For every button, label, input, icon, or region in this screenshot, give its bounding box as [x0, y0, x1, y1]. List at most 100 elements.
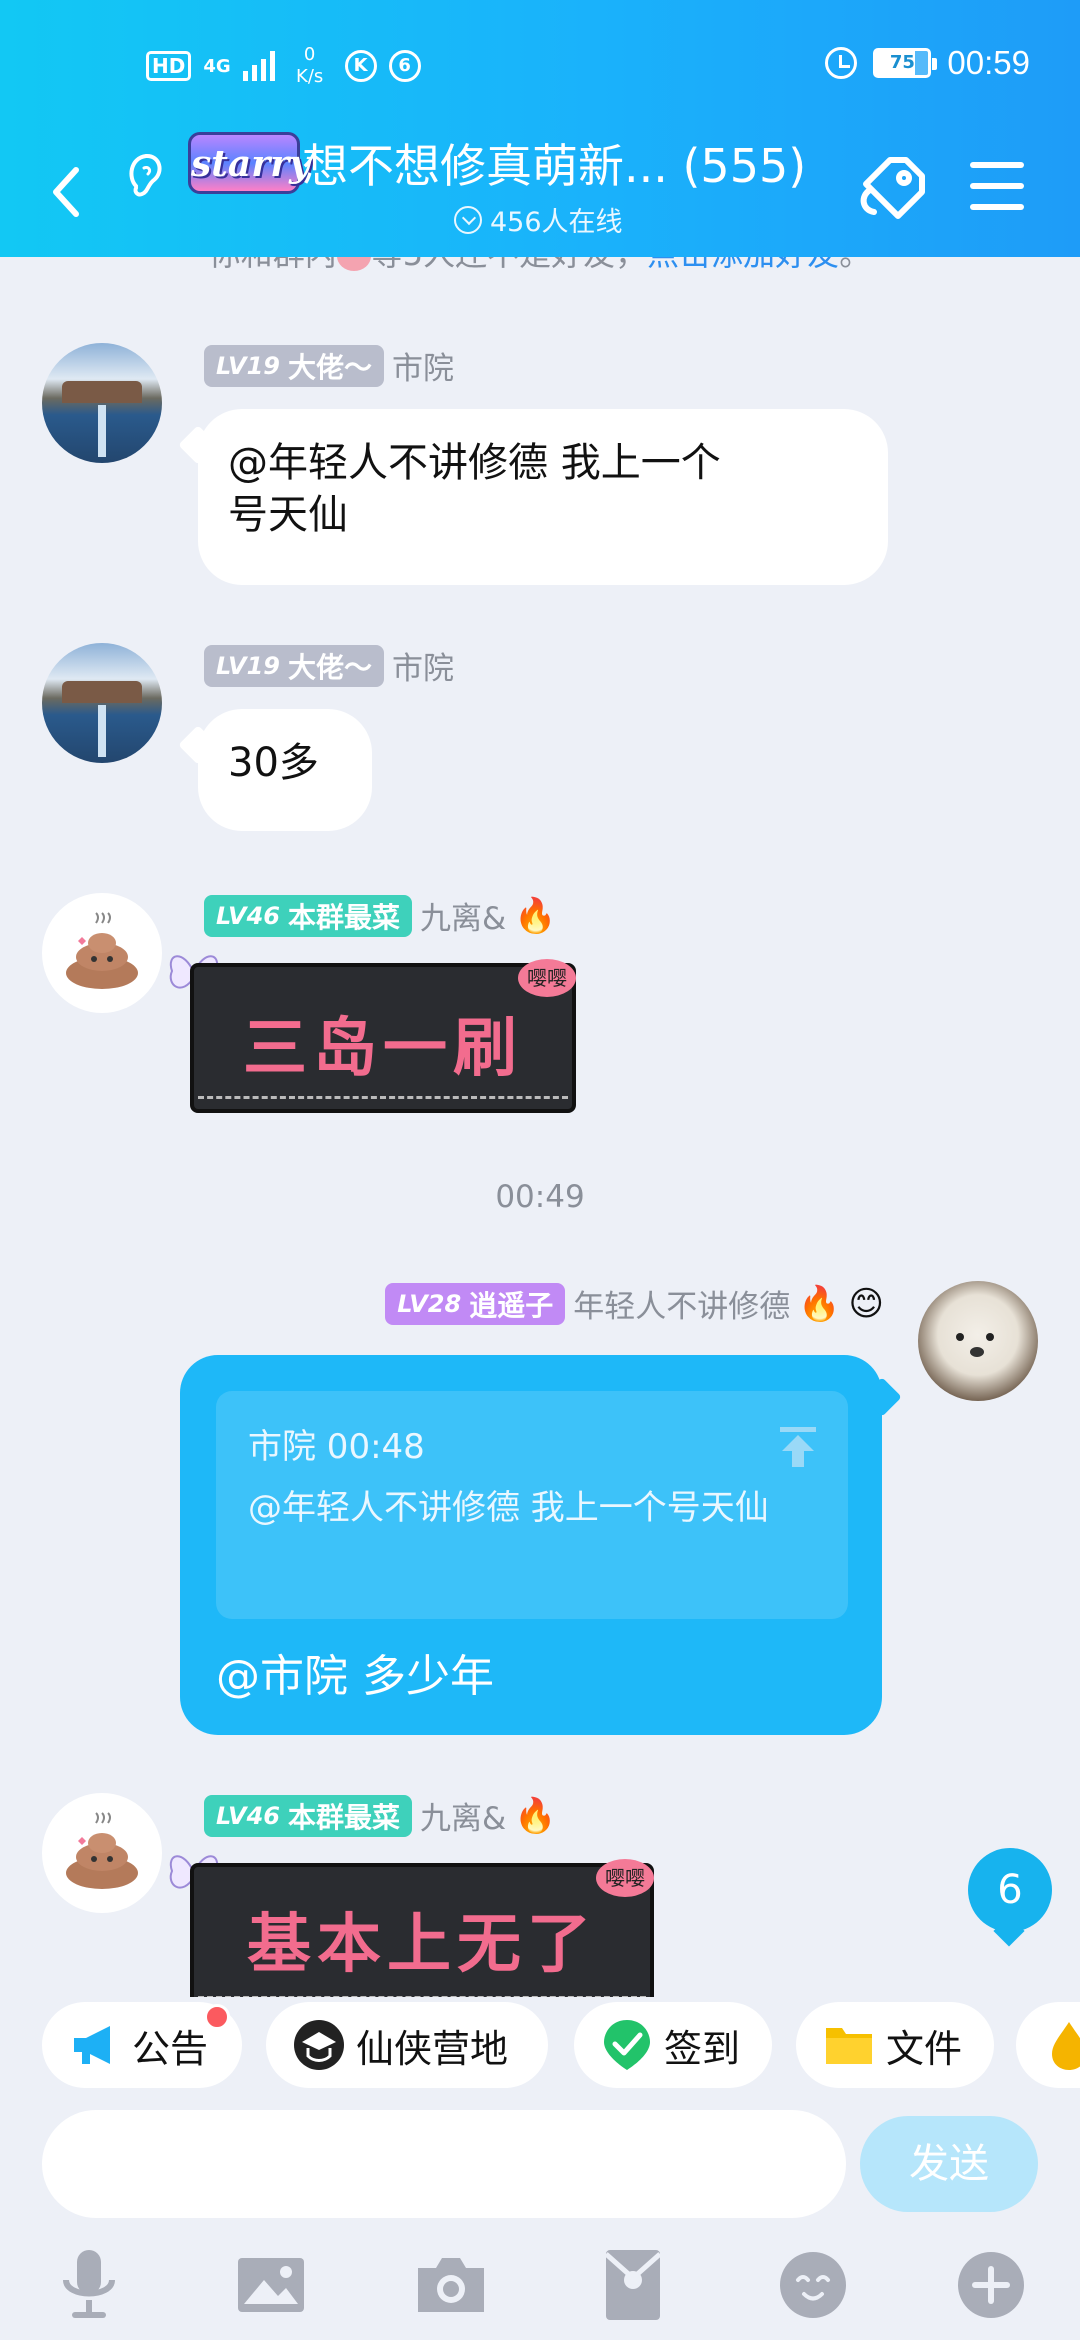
sticker-badge: 嘤嘤: [518, 959, 576, 997]
sticker-image[interactable]: 三岛一刷 嘤嘤: [190, 959, 576, 1113]
back-icon[interactable]: [44, 160, 90, 224]
fire-icon: 🔥: [798, 1283, 841, 1324]
sender-name[interactable]: 九离&: [420, 1793, 506, 1838]
alarm-icon: [825, 47, 858, 79]
chip-label: 公告: [132, 2026, 209, 2071]
emoji-icon[interactable]: [768, 2240, 858, 2330]
checkin-icon: [604, 2020, 650, 2070]
folder-icon: [826, 2028, 872, 2064]
chip-label: 文件: [886, 2026, 963, 2071]
chip-label: 仙侠营地: [356, 2026, 509, 2071]
level-title: 本群最菜: [287, 1800, 400, 1834]
jump-to-quote-icon[interactable]: [778, 1425, 818, 1469]
group-title[interactable]: 想不想修真萌新... (555): [302, 130, 806, 196]
quote-body: @年轻人不讲修德 我上一个号天仙: [248, 1488, 769, 1528]
sticker-text: 三岛一刷: [243, 1011, 523, 1086]
unread-count-badge[interactable]: 6: [968, 1848, 1052, 1932]
online-count[interactable]: 456人在线: [454, 200, 623, 239]
status-bar: HD 4G 0 K/s K 6 75 00:59: [0, 0, 1080, 110]
camp-icon: [294, 2020, 344, 2070]
timestamp: 00:49: [495, 1179, 585, 1215]
battery-icon: 75: [873, 48, 938, 78]
sender-name[interactable]: 九离&: [420, 893, 506, 938]
pig-emoji-icon: [336, 257, 371, 271]
level-title: 大佬～: [287, 350, 372, 384]
menu-icon[interactable]: [970, 162, 1024, 212]
online-count-text: 456人在线: [490, 207, 623, 238]
message-text-line: @年轻人不讲修德 我上一个: [228, 440, 721, 486]
drop-icon: [1052, 2022, 1080, 2070]
camera-icon[interactable]: [406, 2240, 496, 2330]
level-badge: LV46 本群最菜: [204, 1794, 412, 1837]
level-number: LV19: [216, 651, 280, 680]
clock: 00:59: [947, 44, 1030, 81]
fire-icon: 🔥: [514, 1795, 557, 1836]
message-bubble[interactable]: 30多: [198, 709, 372, 831]
sender-name[interactable]: 年轻人不讲修德: [573, 1281, 790, 1326]
level-badge: LV46 本群最菜: [204, 894, 412, 937]
k-app-icon: K: [344, 50, 377, 82]
avatar[interactable]: [42, 893, 162, 1013]
send-button[interactable]: 发送: [860, 2116, 1038, 2212]
my-message-bubble[interactable]: 市院 00:48 @年轻人不讲修德 我上一个号天仙 @市院 多少年: [180, 1355, 882, 1735]
status-right: 75 00:59: [825, 44, 1030, 82]
input-row: 发送: [0, 2110, 1080, 2220]
sticker-text: 基本上无了: [247, 1907, 597, 1982]
speed-value: 0: [303, 44, 316, 65]
image-icon[interactable]: [226, 2240, 316, 2330]
quoted-message[interactable]: 市院 00:48 @年轻人不讲修德 我上一个号天仙: [216, 1391, 848, 1619]
message-meta: LV46 本群最菜 九离& 🔥: [204, 1793, 557, 1838]
level-number: LV46: [216, 1801, 280, 1830]
level-title: 大佬～: [287, 650, 372, 684]
avatar[interactable]: [42, 1793, 162, 1913]
fire-icon: 🔥: [514, 895, 557, 936]
earpiece-mode-icon[interactable]: [120, 140, 170, 210]
level-badge: LV28 逍遥子: [385, 1282, 566, 1325]
message-meta: LV46 本群最菜 九离& 🔥: [204, 893, 557, 938]
status-left: HD 4G 0 K/s K 6: [146, 44, 421, 88]
signal-icon: [242, 51, 275, 81]
poop-avatar-icon: [66, 1812, 138, 1889]
level-number: LV19: [216, 351, 280, 380]
level-number: LV46: [216, 901, 280, 930]
level-number: LV28: [397, 1289, 462, 1318]
quick-actions-bar: 公告 仙侠营地 签到 文件: [0, 1997, 1080, 2093]
new-dot: [204, 2004, 230, 2030]
megaphone-icon: [74, 2026, 110, 2064]
files-chip[interactable]: 文件: [796, 2002, 994, 2088]
camp-chip[interactable]: 仙侠营地: [266, 2002, 548, 2088]
message-input[interactable]: [42, 2110, 846, 2218]
sender-name[interactable]: 市院: [392, 643, 454, 688]
smile-emoji-icon: 😊: [848, 1283, 884, 1324]
voice-icon[interactable]: [44, 2240, 134, 2330]
message-bubble[interactable]: @年轻人不讲修德 我上一个 号天仙: [198, 409, 888, 585]
checkin-chip[interactable]: 签到: [574, 2002, 772, 2088]
sticker-image[interactable]: 基本上无了 嘤嘤: [190, 1859, 654, 1997]
plus-icon[interactable]: [946, 2240, 1036, 2330]
avatar[interactable]: [42, 343, 162, 463]
more-chip[interactable]: [1016, 2002, 1080, 2088]
sync-icon: 6: [388, 50, 421, 82]
group-tag-icon[interactable]: [856, 150, 932, 226]
chevron-down-icon: [454, 205, 482, 234]
avatar[interactable]: [42, 643, 162, 763]
message-text: @市院 多少年: [216, 1651, 494, 1702]
sender-name[interactable]: 市院: [392, 343, 454, 388]
network-speed: 0 K/s: [287, 44, 333, 88]
add-friend-link[interactable]: 点击添加好友: [647, 257, 839, 273]
notice-mid: 等5人还不是好友，: [371, 257, 647, 273]
poop-avatar-icon: [66, 912, 138, 989]
announcement-chip[interactable]: 公告: [42, 2002, 242, 2088]
chat-list[interactable]: 你和群内等5人还不是好友，点击添加好友。 LV19大佬～ 市院 @年轻人不讲修德…: [0, 257, 1080, 1997]
chip-label: 签到: [664, 2026, 741, 2071]
notice-prefix: 你和群内: [209, 257, 337, 273]
avatar[interactable]: [918, 1281, 1038, 1401]
level-badge: LV19 大佬～: [204, 644, 384, 687]
quote-header: 市院 00:48: [248, 1427, 425, 1467]
group-badge: starry: [188, 132, 310, 194]
notice-suffix: 。: [839, 257, 871, 273]
message-meta: LV28 逍遥子 年轻人不讲修德 🔥 😊: [385, 1281, 884, 1326]
level-badge: LV19 大佬～: [204, 344, 384, 387]
red-packet-icon[interactable]: [588, 2240, 678, 2330]
message-meta: LV19 大佬～ 市院: [204, 643, 454, 688]
